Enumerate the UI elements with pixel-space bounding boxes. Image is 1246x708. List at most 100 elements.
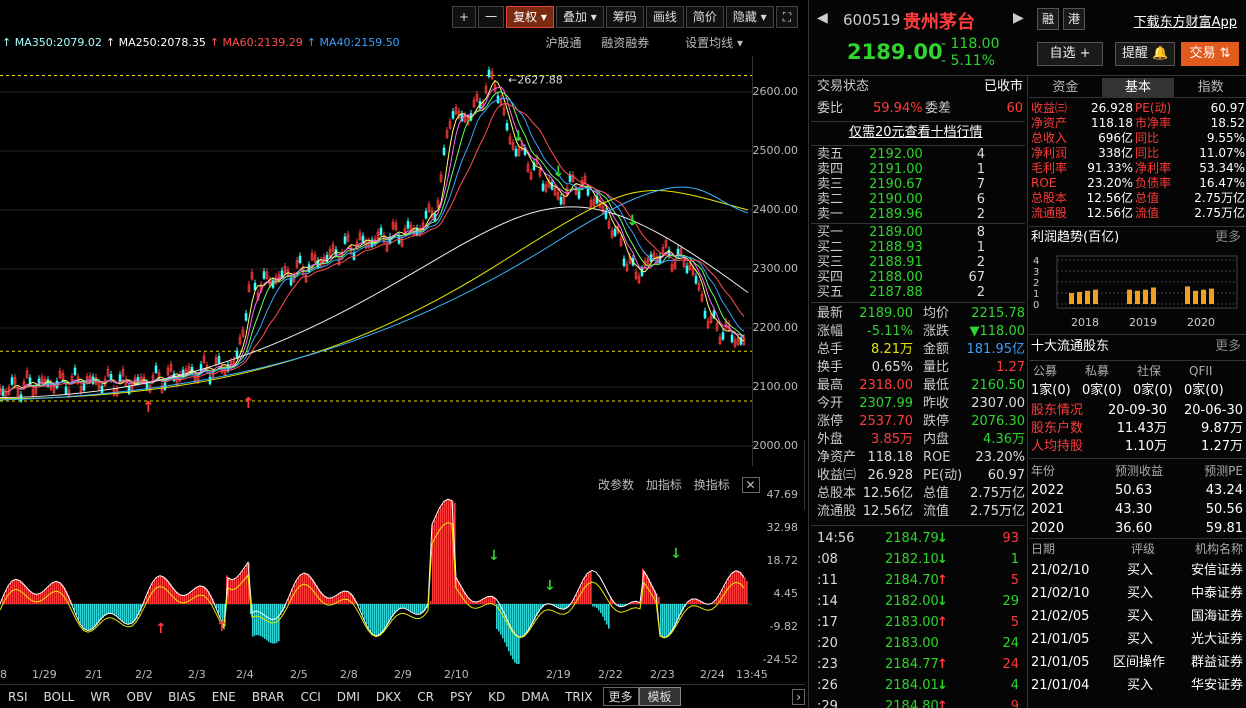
hide-button[interactable]: 隐藏 ▾ [725,6,774,28]
switch-indicator-link[interactable]: 换指标 [694,478,730,492]
rating-row[interactable]: 21/01/05 买入 光大证券 [1029,631,1246,649]
indicator-tab[interactable]: ENE [204,690,244,704]
ind-bar [276,604,278,643]
fund-row: 净资产 118.18 市净率 18.52 [1029,116,1246,131]
quote-label: ROE [923,450,951,465]
rating-row[interactable]: 21/01/04 买入 华安证券 [1029,677,1246,695]
expand-icon[interactable]: ⛶ [775,6,799,28]
ind-bar [90,604,92,631]
template-button[interactable]: 模板 [638,687,681,706]
tick-row: :20 2183.00 24 [811,635,1025,653]
fund-row: 流通股 12.56亿 流值 2.75万亿 [1029,206,1246,221]
fund-tab[interactable]: 基本 [1101,78,1175,97]
stock-header: ◀ 600519 贵州茅台 ▶ 融 港 下载东方财富App [809,8,1246,36]
fund-value: 338亿 [1098,146,1133,160]
edit-params-link[interactable]: 改参数 [598,478,634,492]
indicator-tab[interactable]: CCI [292,690,328,704]
ind-bar [500,604,502,635]
indicator-tab[interactable]: BOLL [36,690,83,704]
hgt-link[interactable]: 沪股通 [545,36,581,50]
quote-label: 收益㈢ [817,468,857,483]
fuquan-button[interactable]: 复权 ▾ [506,6,554,28]
add-watchlist-button[interactable]: 自选 + [1037,42,1103,66]
y-tick-label: 2000.00 [752,439,799,452]
add-indicator-link[interactable]: 加指标 [646,478,682,492]
indicator-tab[interactable]: OBV [119,690,161,704]
quote-label: 换手 [817,360,844,375]
zoom-out-button[interactable]: 一 [478,6,505,28]
ma-legend-item: ↑ MA250:2078.35 [105,36,206,49]
fund-label: ROE [1031,176,1057,190]
rating-row[interactable]: 21/01/05 区间操作 群益证券 [1029,654,1246,672]
holders-header: 十大流通股东 更多 [1029,338,1246,356]
fund-tab[interactable]: 指数 [1174,78,1246,97]
ind-bar [54,581,56,604]
fund-label: 同比 [1135,131,1160,145]
indicator-tab[interactable]: DMI [329,690,368,704]
ind-bar [38,594,40,604]
rating-row[interactable]: 21/02/10 买入 中泰证券 [1029,585,1246,603]
ask-volume: 2 [976,207,985,222]
ind-bar [364,604,366,620]
indicator-tab[interactable]: DKX [368,690,409,704]
rating-row[interactable]: 21/02/05 买入 国海证券 [1029,608,1246,626]
indicator-tab[interactable]: CR [409,690,442,704]
price-chart[interactable]: ←2627.88 ↑ ↑ ↓ ↓ ↓ [0,56,752,466]
ind-bar [130,604,132,625]
holders-cols: 公募 私募 社保 QFII [1029,362,1246,380]
holders-more-link[interactable]: 更多 [1215,338,1241,356]
alert-button[interactable]: 提醒 🔔 [1115,42,1175,66]
quote-value: ▼118.00 [969,324,1026,339]
fund-tab[interactable]: 资金 [1029,78,1102,97]
prev-stock-icon[interactable]: ◀ [817,10,828,26]
tick-volume: 24 [1002,636,1019,651]
overlay-button[interactable]: 叠加 ▾ [555,6,604,28]
download-app-link[interactable]: 下载东方财富App [1134,11,1237,30]
indicator-tab[interactable]: RSI [0,690,36,704]
holders-vals: 1家(0) 0家(0) 0家(0) 0家(0) [1029,382,1246,400]
profit-y-tick: 1 [1033,289,1039,300]
margin-badge[interactable]: 融 [1037,8,1059,30]
rating-row[interactable]: 21/02/10 买入 安信证券 [1029,562,1246,580]
indicator-tab[interactable]: TRIX [557,690,600,704]
ma-settings-link[interactable]: 设置均线 ▾ [669,36,743,50]
up-arrow-icon: ↑ [937,657,948,672]
indicator-tab[interactable]: BRAR [244,690,293,704]
hk-badge[interactable]: 港 [1063,8,1085,30]
chips-button[interactable]: 筹码 [605,6,644,28]
tick-row: 14:56 2184.79 ↓ 93 [811,530,1025,548]
tick-price: 2182.10 [885,552,939,567]
margin-link[interactable]: 融资融券 [601,36,649,50]
ind-bar [668,604,670,636]
tick-time: :11 [817,573,838,588]
ind-bar [82,604,84,627]
candle-body [622,258,626,266]
holders-row-label: 股东户数 [1031,421,1084,436]
indicator-chart[interactable]: ↑ ↑ ↓ ↓ ↓ [0,488,752,664]
indicator-tab[interactable]: KD [480,690,513,704]
tick-time: :17 [817,615,838,630]
ind-bar [152,583,154,604]
quote-label: 今开 [817,396,844,411]
trade-button[interactable]: 交易 ⇅ [1181,42,1239,66]
indicator-tab[interactable]: DMA [513,690,557,704]
scroll-right-icon[interactable]: › [792,688,805,705]
collapse-panel-handle[interactable]: › [804,440,805,510]
indicator-tab[interactable]: PSY [442,690,480,704]
next-stock-icon[interactable]: ▶ [1013,10,1024,26]
indicator-tab[interactable]: BIAS [160,690,204,704]
indicator-tab[interactable]: WR [82,690,118,704]
profit-more-link[interactable]: 更多 [1215,229,1241,247]
level10-promo-link[interactable]: 仅需20元查看十档行情 [849,124,983,142]
ind-bar [154,579,156,604]
kline-chart-area[interactable]: ←2627.88 ↑ ↑ ↓ ↓ ↓ ↑ ↑ ↓ ↓ ↓ + 一 复权 ▾ 叠加 ▾ 筹码 画线 … [0,0,805,708]
ind-bar [522,604,524,637]
simple-price-button[interactable]: 简价 [685,6,724,28]
ind-bar [644,571,646,604]
more-indicators-button[interactable]: 更多 [602,687,639,706]
quote-value: 2318.00 [859,378,913,393]
zoom-in-button[interactable]: + [452,6,477,28]
ind-bar [400,604,402,609]
profit-bar [1209,288,1214,304]
draw-line-button[interactable]: 画线 [645,6,684,28]
